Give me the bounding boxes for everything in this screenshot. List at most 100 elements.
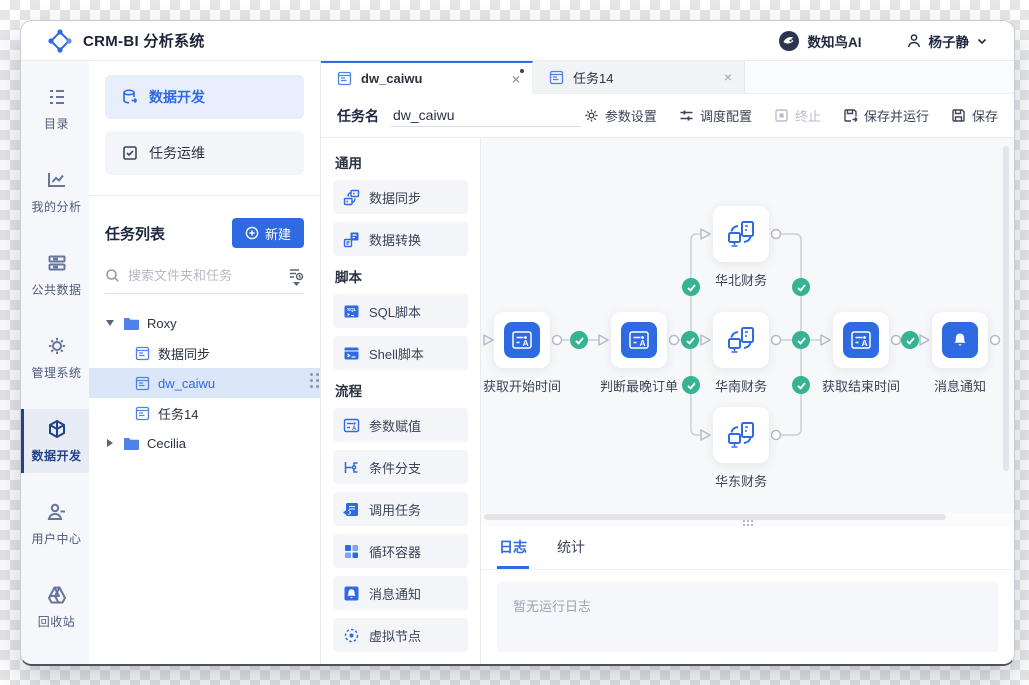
flow-node-label: 消息通知: [933, 379, 987, 394]
app-window: CRM-BI 分析系统 数知鸟AI 杨子静 目录 我的分析 公共数据 管理系统 …: [20, 20, 1015, 666]
tab-dw-caiwu[interactable]: dw_caiwu ×: [321, 61, 533, 94]
nav-task-ops-button[interactable]: 任务运维: [105, 131, 304, 175]
canvas-vertical-scrollbar[interactable]: [1003, 146, 1009, 471]
palette-message-notify[interactable]: 消息通知: [333, 576, 468, 610]
palette-data-transform[interactable]: 数据转换: [333, 222, 468, 256]
svg-text:A: A: [523, 338, 529, 348]
editor-tab-strip: dw_caiwu × 任务14 ×: [321, 61, 1014, 94]
plus-circle-icon: [245, 226, 259, 240]
palette-section-flow: 流程: [335, 384, 362, 399]
new-task-button[interactable]: 新建: [231, 218, 304, 248]
caret-expanded-icon[interactable]: [105, 320, 115, 326]
user-name: 杨子静: [928, 34, 970, 50]
sync-node-icon: [725, 218, 757, 250]
rail-item-user-center[interactable]: 用户中心: [21, 492, 89, 556]
tree-task-sync[interactable]: 数据同步: [89, 338, 320, 368]
flow-node-label: 判断最晚订单: [599, 379, 679, 394]
search-bar: [105, 258, 304, 294]
flow-node-east-finance[interactable]: [713, 407, 769, 463]
flow-node-south-finance[interactable]: [713, 312, 769, 368]
ai-bird-icon: [778, 30, 800, 52]
invoke-task-icon: [343, 501, 360, 518]
palette-sql-script[interactable]: SQL SQL脚本: [333, 294, 468, 328]
svg-text:A: A: [352, 426, 357, 432]
chevron-down-icon: [976, 35, 988, 47]
flow-node-label: 华北财务: [714, 273, 768, 288]
close-icon[interactable]: ×: [512, 72, 520, 86]
panel-resize-handle[interactable]: [310, 373, 319, 388]
search-input[interactable]: [128, 268, 280, 283]
bell-node-icon: [942, 322, 978, 358]
folder-icon: [123, 317, 139, 330]
save-button[interactable]: 保存: [951, 106, 998, 125]
task-tree: Roxy 数据同步 dw_caiwu 任务14 Cecilia: [89, 308, 320, 458]
status-success-icon: [682, 278, 700, 296]
svg-text:A: A: [862, 338, 868, 348]
palette-invoke-task[interactable]: 调用任务: [333, 492, 468, 526]
terminate-button[interactable]: 终止: [774, 106, 821, 125]
status-success-icon: [792, 376, 810, 394]
tree-folder-roxy[interactable]: Roxy: [89, 308, 320, 338]
flow-node-get-start-time[interactable]: A: [494, 312, 550, 368]
search-icon: [105, 268, 120, 283]
flow-node-label: 华东财务: [714, 474, 768, 489]
palette-loop-container[interactable]: 循环容器: [333, 534, 468, 568]
branch-icon: [343, 459, 360, 476]
flow-node-label: 华南财务: [714, 379, 768, 394]
rail-item-recycle[interactable]: 回收站: [21, 575, 89, 639]
nav-data-dev-button[interactable]: 数据开发: [105, 75, 304, 119]
ai-label: 数知鸟AI: [807, 34, 862, 50]
folder-icon: [123, 437, 139, 450]
user-menu[interactable]: 杨子静: [906, 31, 989, 51]
task-name-input[interactable]: [391, 104, 581, 127]
flow-node-judge-latest-order[interactable]: A: [611, 312, 667, 368]
user-center-icon: [46, 501, 68, 523]
canvas-horizontal-scrollbar[interactable]: [484, 514, 946, 520]
flow-node-north-finance[interactable]: [713, 206, 769, 262]
status-success-icon: [792, 331, 810, 349]
tab-log[interactable]: 日志: [497, 527, 529, 569]
db-dev-icon: [121, 88, 139, 106]
flow-node-get-end-time[interactable]: A: [833, 312, 889, 368]
rail-item-data-dev[interactable]: 数据开发: [21, 409, 89, 473]
tree-task-14[interactable]: 任务14: [89, 398, 320, 428]
flow-canvas[interactable]: A 获取开始时间 A 判断最晚订单 华北财务 华南财务 华东财务 A 获取结束时…: [481, 138, 1014, 513]
tree-folder-cecilia[interactable]: Cecilia: [89, 428, 320, 458]
log-resize-handle[interactable]: [742, 520, 753, 526]
palette-section-common: 通用: [335, 156, 362, 171]
tree-task-dw-caiwu[interactable]: dw_caiwu: [89, 368, 320, 398]
ai-assistant-button[interactable]: 数知鸟AI: [778, 30, 862, 52]
loop-container-icon: [343, 543, 360, 560]
log-panel: 日志 统计 暂无运行日志: [481, 527, 1014, 664]
tab-statistics[interactable]: 统计: [555, 527, 587, 569]
rail-item-my-analysis[interactable]: 我的分析: [21, 160, 89, 224]
rail-item-public-data[interactable]: 公共数据: [21, 243, 89, 307]
task-list-title: 任务列表: [105, 225, 166, 243]
svg-text:SQL: SQL: [347, 307, 357, 312]
status-success-icon: [570, 331, 588, 349]
main-area: dw_caiwu × 任务14 × 任务名 dw_caiwu 参数设置 调度配置…: [321, 61, 1014, 664]
rail-item-admin[interactable]: 管理系统: [21, 326, 89, 390]
flow-node-message-notify[interactable]: [932, 312, 988, 368]
palette-shell-script[interactable]: Shell脚本: [333, 336, 468, 370]
task-name-label: 任务名: [337, 107, 379, 124]
palette-param-assign[interactable]: A 参数赋值: [333, 408, 468, 442]
schedule-config-button[interactable]: 调度配置: [679, 106, 752, 125]
save-and-run-button[interactable]: 保存并运行: [843, 106, 929, 125]
bell-icon: [343, 585, 360, 602]
rail-item-catalog[interactable]: 目录: [21, 77, 89, 141]
tab-task-14[interactable]: 任务14 ×: [533, 61, 745, 93]
status-success-icon: [792, 278, 810, 296]
filter-sort-icon[interactable]: [288, 266, 304, 286]
palette-virtual-node[interactable]: 虚拟节点: [333, 618, 468, 652]
sql-script-icon: SQL: [343, 303, 360, 320]
unsaved-indicator: [520, 69, 524, 73]
close-icon[interactable]: ×: [724, 70, 732, 84]
explorer-panel: 数据开发 任务运维 任务列表 新建 搜索文件夹和任务 Roxy 数据同步 dw_…: [89, 61, 321, 664]
param-assign-icon: A: [343, 417, 360, 434]
caret-collapsed-icon[interactable]: [105, 439, 115, 447]
palette-condition-branch[interactable]: 条件分支: [333, 450, 468, 484]
param-node-icon: A: [621, 322, 657, 358]
palette-data-sync[interactable]: 数据同步: [333, 180, 468, 214]
param-settings-button[interactable]: 参数设置: [584, 106, 657, 125]
